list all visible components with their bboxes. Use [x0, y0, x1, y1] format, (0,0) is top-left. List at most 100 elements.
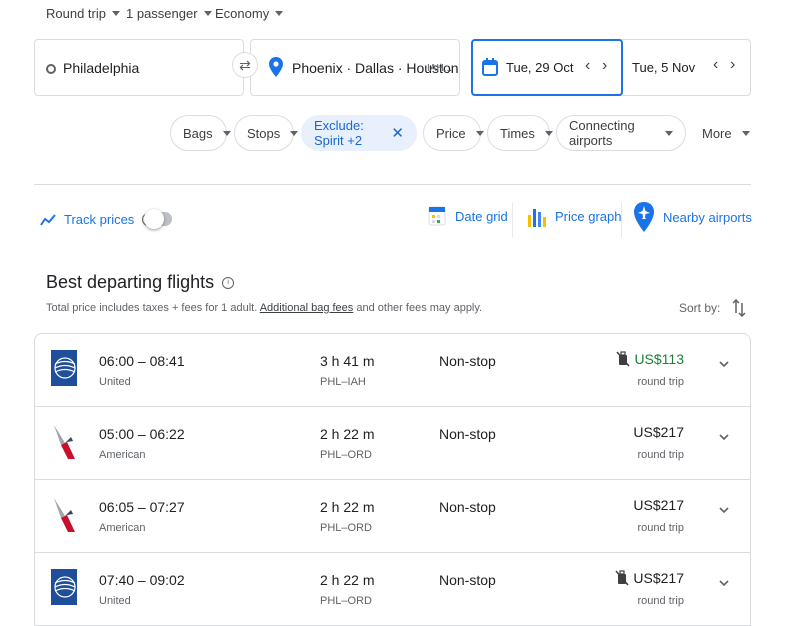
price-note: round trip: [637, 449, 684, 461]
airline-name: United: [99, 595, 131, 607]
no-carry-on-icon: [616, 351, 631, 367]
flight-row[interactable]: 06:00 – 08:41 United 3 h 41 m PHL–IAH No…: [35, 334, 750, 407]
sort-control[interactable]: Sort by:: [679, 299, 746, 317]
caret-down-icon: [290, 130, 299, 136]
flight-times: 07:40 – 09:02: [99, 572, 185, 588]
tool-separator: [621, 202, 622, 238]
price-graph-button[interactable]: Price graph: [525, 201, 621, 231]
filter-connecting-airports[interactable]: Connecting airports: [556, 115, 686, 151]
chevron-left-icon[interactable]: ‹: [713, 56, 718, 74]
airline-name: United: [99, 376, 131, 388]
destination-more: IAH...: [427, 63, 453, 74]
chevron-down-icon[interactable]: [718, 433, 730, 441]
caret-down-icon: [275, 11, 284, 16]
chevron-right-icon[interactable]: ›: [730, 56, 735, 74]
price-value: US$217: [633, 570, 684, 586]
nearby-airports-button[interactable]: Nearby airports: [633, 201, 752, 233]
flight-stops: Non-stop: [439, 499, 496, 515]
divider: [34, 184, 751, 185]
flight-stops: Non-stop: [439, 572, 496, 588]
flight-row[interactable]: 06:05 – 07:27 American 2 h 22 m PHL–ORD …: [35, 480, 750, 553]
caret-down-icon: [665, 130, 673, 136]
destination-field[interactable]: Phoenix · Dallas · Houston IAH...: [250, 39, 460, 96]
close-icon[interactable]: ✕: [391, 124, 404, 142]
trip-type-select[interactable]: Round trip: [46, 6, 120, 21]
flight-times: 06:00 – 08:41: [99, 353, 185, 369]
date-grid-label: Date grid: [455, 208, 508, 224]
filter-more[interactable]: More: [689, 115, 751, 151]
filter-label: Price: [436, 125, 466, 141]
track-prices-toggle[interactable]: [144, 209, 172, 229]
origin-field[interactable]: Philadelphia: [34, 39, 244, 96]
price-value: US$217: [633, 497, 684, 513]
flight-duration: 2 h 22 m: [320, 572, 375, 588]
chevron-down-icon[interactable]: [718, 360, 730, 368]
flight-row[interactable]: 05:00 – 06:22 American 2 h 22 m PHL–ORD …: [35, 407, 750, 480]
subtitle-text: and other fees may apply.: [356, 302, 483, 314]
origin-circle-icon: [46, 64, 56, 74]
caret-down-icon: [475, 130, 484, 136]
origin-value: Philadelphia: [63, 60, 140, 76]
date-grid-button[interactable]: Date grid: [427, 201, 508, 231]
filter-bags[interactable]: Bags: [170, 115, 231, 151]
price-note: round trip: [637, 595, 684, 607]
caret-down-icon: [111, 11, 120, 16]
flight-route: PHL–ORD: [320, 595, 372, 607]
results-title-text: Best departing flights: [46, 272, 215, 292]
calendar-icon: [482, 58, 498, 76]
no-carry-on-icon: [615, 570, 629, 586]
return-date-value: Tue, 5 Nov: [632, 60, 696, 75]
bag-fees-link[interactable]: Additional bag fees: [260, 302, 354, 314]
toggle-knob: [144, 209, 164, 229]
caret-down-icon: [544, 130, 553, 136]
filter-times[interactable]: Times: [487, 115, 553, 151]
flight-route: PHL–IAH: [320, 376, 366, 388]
flight-duration: 2 h 22 m: [320, 426, 375, 442]
flight-route: PHL–ORD: [320, 449, 372, 461]
swap-icon[interactable]: ⇄: [232, 52, 258, 78]
passengers-select[interactable]: 1 passenger: [126, 6, 212, 21]
caret-down-icon: [222, 130, 231, 136]
flight-times: 06:05 – 07:27: [99, 499, 185, 515]
filter-label: Bags: [183, 125, 213, 141]
chevron-left-icon[interactable]: ‹: [585, 57, 590, 75]
flight-price: US$217: [633, 497, 684, 513]
price-value: US$113: [634, 351, 684, 367]
trip-type-label: Round trip: [46, 6, 106, 21]
sort-label: Sort by:: [679, 301, 721, 315]
price-value: US$217: [633, 424, 684, 440]
price-note: round trip: [637, 376, 684, 388]
filter-label: More: [702, 125, 732, 141]
caret-down-icon: [203, 11, 212, 16]
airline-name: American: [99, 522, 146, 534]
passengers-label: 1 passenger: [126, 6, 198, 21]
date-grid-icon: [428, 206, 446, 226]
chevron-right-icon[interactable]: ›: [602, 57, 607, 75]
info-icon[interactable]: i: [222, 276, 235, 289]
flight-duration: 3 h 41 m: [320, 353, 375, 369]
flight-stops: Non-stop: [439, 353, 496, 369]
cabin-class-label: Economy: [215, 6, 270, 21]
depart-date-field[interactable]: Tue, 29 Oct ‹ ›: [471, 39, 623, 96]
filter-price[interactable]: Price: [423, 115, 484, 151]
filter-label: Connecting airports: [569, 118, 635, 148]
chevron-down-icon[interactable]: [718, 579, 730, 587]
caret-down-icon: [741, 130, 750, 136]
chevron-down-icon[interactable]: [718, 506, 730, 514]
cabin-class-select[interactable]: Economy: [215, 6, 284, 21]
flight-price: US$217: [615, 570, 684, 586]
filter-exclude-airlines[interactable]: Exclude: Spirit +2 ✕: [301, 115, 417, 151]
subtitle-text: Total price includes taxes + fees for 1 …: [46, 302, 258, 314]
flight-price: US$113: [616, 351, 684, 367]
track-prices: Track prices i: [40, 212, 156, 227]
flight-stops: Non-stop: [439, 426, 496, 442]
filter-label: Stops: [247, 125, 281, 141]
flight-row[interactable]: 07:40 – 09:02 United 2 h 22 m PHL–ORD No…: [35, 553, 750, 625]
price-graph-icon: [528, 209, 546, 227]
return-date-field[interactable]: Tue, 5 Nov ‹ ›: [623, 39, 751, 96]
flight-duration: 2 h 22 m: [320, 499, 375, 515]
flight-route: PHL–ORD: [320, 522, 372, 534]
filter-stops[interactable]: Stops: [234, 115, 299, 151]
sort-icon: [732, 299, 746, 317]
flight-times: 05:00 – 06:22: [99, 426, 185, 442]
